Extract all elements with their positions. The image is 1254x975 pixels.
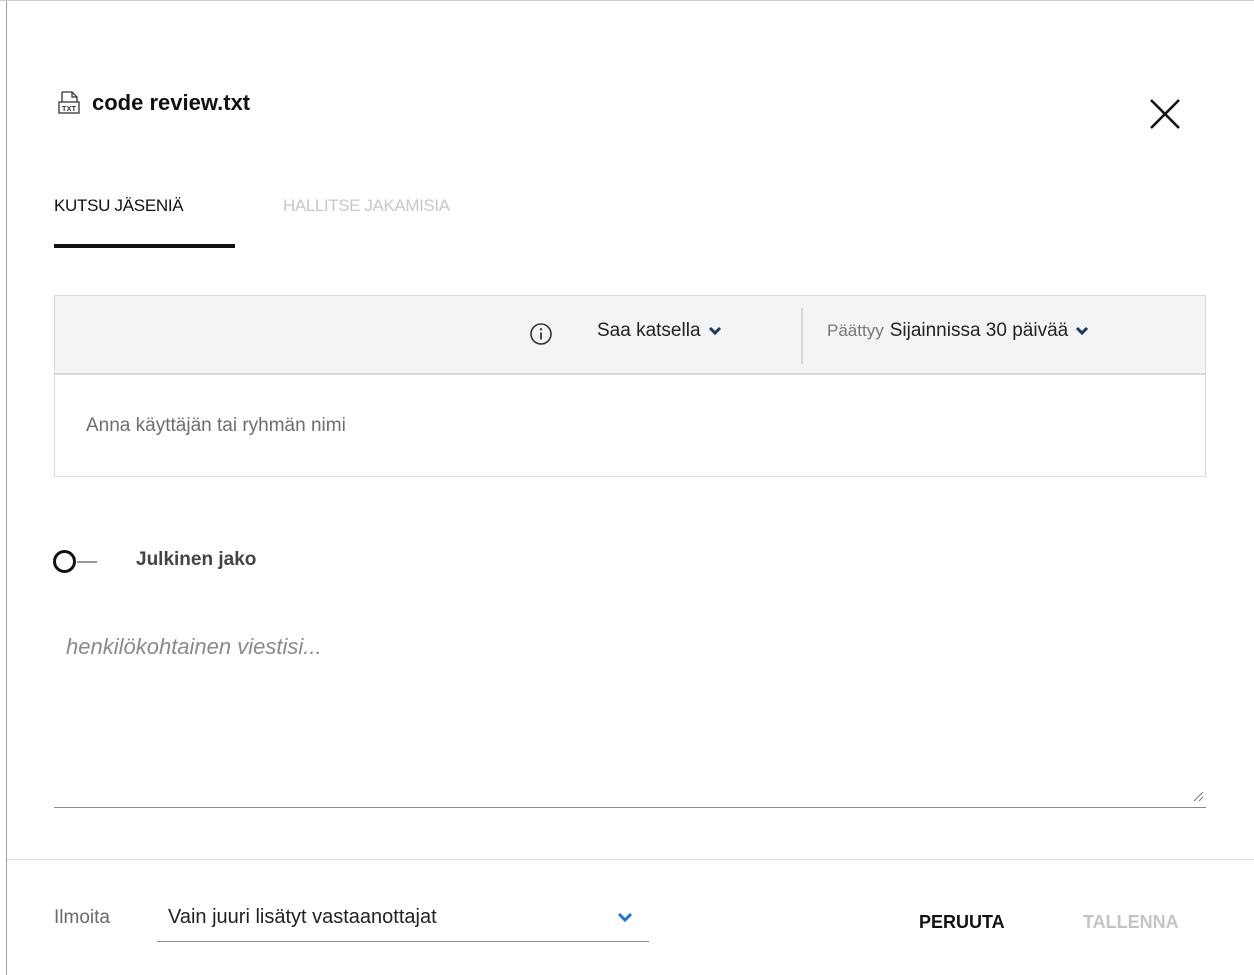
- permission-dropdown[interactable]: Saa katsella: [597, 320, 722, 342]
- chevron-down-icon: [617, 912, 633, 923]
- toggle-track: [77, 561, 97, 563]
- invite-toolbar: Saa katsella Päättyy Sijainnissa 30 päiv…: [55, 296, 1205, 375]
- dialog-title: code review.txt: [92, 90, 251, 115]
- expiry-value: Sijainnissa 30 päivää: [889, 320, 1069, 341]
- tab-manage-shares[interactable]: HALLITSE JAKAMISIA: [283, 196, 450, 248]
- window-edge-top: [0, 0, 1254, 1]
- save-button[interactable]: TALLENNA: [1083, 912, 1179, 933]
- window-edge-left: [6, 0, 7, 975]
- tab-invite-members[interactable]: KUTSU JÄSENIÄ: [54, 196, 235, 248]
- invite-box: Saa katsella Päättyy Sijainnissa 30 päiv…: [54, 295, 1206, 477]
- dialog-header: TXT code review.txt: [58, 86, 250, 120]
- close-icon[interactable]: [1146, 95, 1184, 133]
- user-group-input[interactable]: [55, 375, 1205, 476]
- svg-text:TXT: TXT: [62, 104, 77, 113]
- cancel-button[interactable]: PERUUTA: [919, 912, 1005, 933]
- public-share-label: Julkinen jako: [136, 549, 257, 570]
- info-icon[interactable]: [529, 322, 553, 346]
- tab-bar: KUTSU JÄSENIÄ HALLITSE JAKAMISIA: [54, 196, 450, 248]
- chevron-down-icon: [1076, 326, 1089, 336]
- public-share-toggle[interactable]: [53, 550, 107, 574]
- permission-value: Saa katsella: [597, 320, 701, 341]
- resize-handle-icon[interactable]: [1192, 790, 1204, 802]
- expiry-dropdown[interactable]: Päättyy Sijainnissa 30 päivää: [827, 320, 1089, 342]
- expiry-label: Päättyy: [827, 321, 884, 340]
- chevron-down-icon: [708, 326, 721, 336]
- txt-file-icon: TXT: [58, 91, 80, 114]
- notify-label: Ilmoita: [54, 907, 110, 928]
- toggle-knob: [53, 550, 76, 573]
- notify-dropdown[interactable]: Vain juuri lisätyt vastaanottajat: [157, 896, 649, 942]
- footer-divider: [7, 859, 1254, 860]
- notify-value: Vain juuri lisätyt vastaanottajat: [168, 906, 437, 928]
- personal-message-field[interactable]: [54, 620, 1206, 808]
- toolbar-divider: [801, 308, 803, 364]
